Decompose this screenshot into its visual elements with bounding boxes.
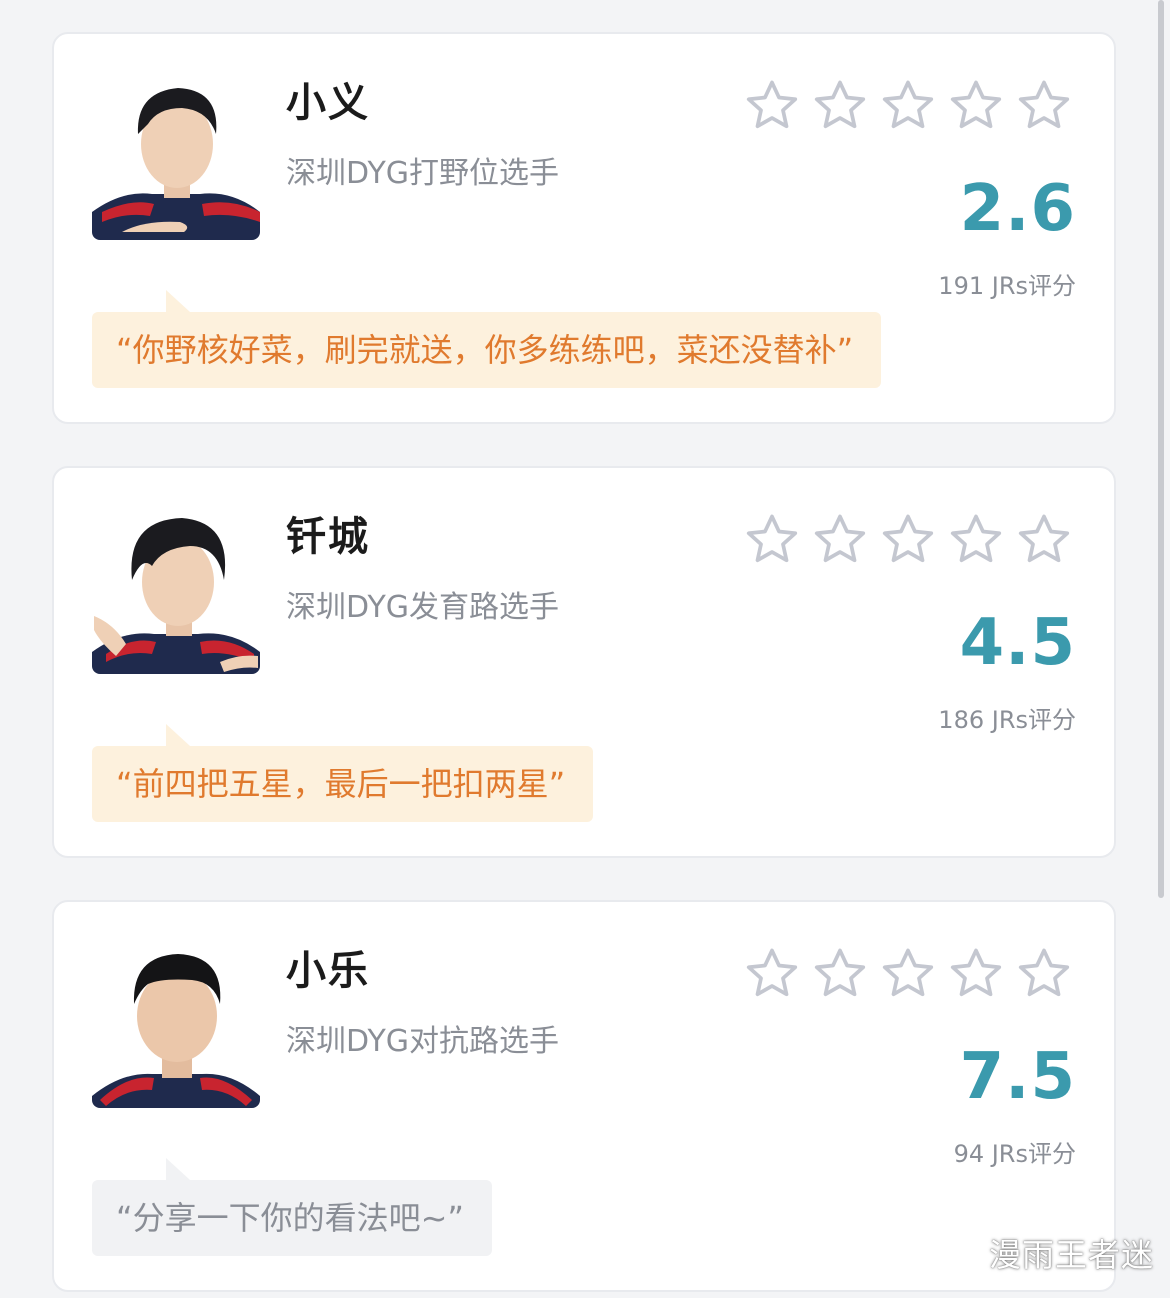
- star-icon[interactable]: [946, 76, 1006, 136]
- rater-count: 94 JRs评分: [953, 1140, 1076, 1168]
- player-avatar: [92, 940, 260, 1108]
- player-role: 深圳DYG打野位选手: [286, 156, 560, 191]
- player-name: 钎城: [286, 514, 370, 560]
- player-role: 深圳DYG发育路选手: [286, 590, 560, 625]
- star-icon[interactable]: [742, 76, 802, 136]
- star-icon[interactable]: [878, 510, 938, 570]
- star-icon[interactable]: [946, 510, 1006, 570]
- watermark: 漫雨王者迷: [988, 1236, 1154, 1274]
- star-icon[interactable]: [810, 944, 870, 1004]
- player-name: 小乐: [286, 948, 370, 994]
- star-icon[interactable]: [878, 76, 938, 136]
- player-name: 小义: [286, 80, 370, 126]
- star-icon[interactable]: [1014, 944, 1074, 1004]
- star-icon[interactable]: [1014, 76, 1074, 136]
- player-role: 深圳DYG对抗路选手: [286, 1024, 560, 1059]
- top-comment[interactable]: “前四把五星，最后一把扣两星”: [92, 724, 594, 822]
- player-card: 钎城 深圳DYG发育路选手 4.5 186 JRs评分 “前四把五星，最后一把扣…: [52, 466, 1116, 858]
- player-card: 小乐 深圳DYG对抗路选手 7.5 94 JRs评分 “分享一下你的看法吧~”: [52, 900, 1116, 1292]
- player-avatar: [92, 72, 260, 240]
- player-avatar: [92, 506, 260, 674]
- star-rating[interactable]: [742, 944, 1074, 1004]
- star-rating[interactable]: [742, 76, 1074, 136]
- average-score: 2.6: [959, 172, 1076, 246]
- rater-count: 191 JRs评分: [938, 272, 1076, 300]
- star-icon[interactable]: [742, 510, 802, 570]
- star-icon[interactable]: [878, 944, 938, 1004]
- comment-prompt[interactable]: “分享一下你的看法吧~”: [92, 1158, 492, 1256]
- top-comment[interactable]: “你野核好菜，刷完就送，你多练练吧，菜还没替补”: [92, 290, 882, 388]
- star-rating[interactable]: [742, 510, 1074, 570]
- star-icon[interactable]: [810, 510, 870, 570]
- star-icon[interactable]: [1014, 510, 1074, 570]
- scrollbar[interactable]: [1158, 0, 1164, 898]
- star-icon[interactable]: [742, 944, 802, 1004]
- player-card: 小义 深圳DYG打野位选手 2.6 191 JRs评分 “你野核好菜，刷完就送，…: [52, 32, 1116, 424]
- rater-count: 186 JRs评分: [938, 706, 1076, 734]
- average-score: 4.5: [959, 606, 1076, 680]
- star-icon[interactable]: [946, 944, 1006, 1004]
- average-score: 7.5: [959, 1040, 1076, 1114]
- star-icon[interactable]: [810, 76, 870, 136]
